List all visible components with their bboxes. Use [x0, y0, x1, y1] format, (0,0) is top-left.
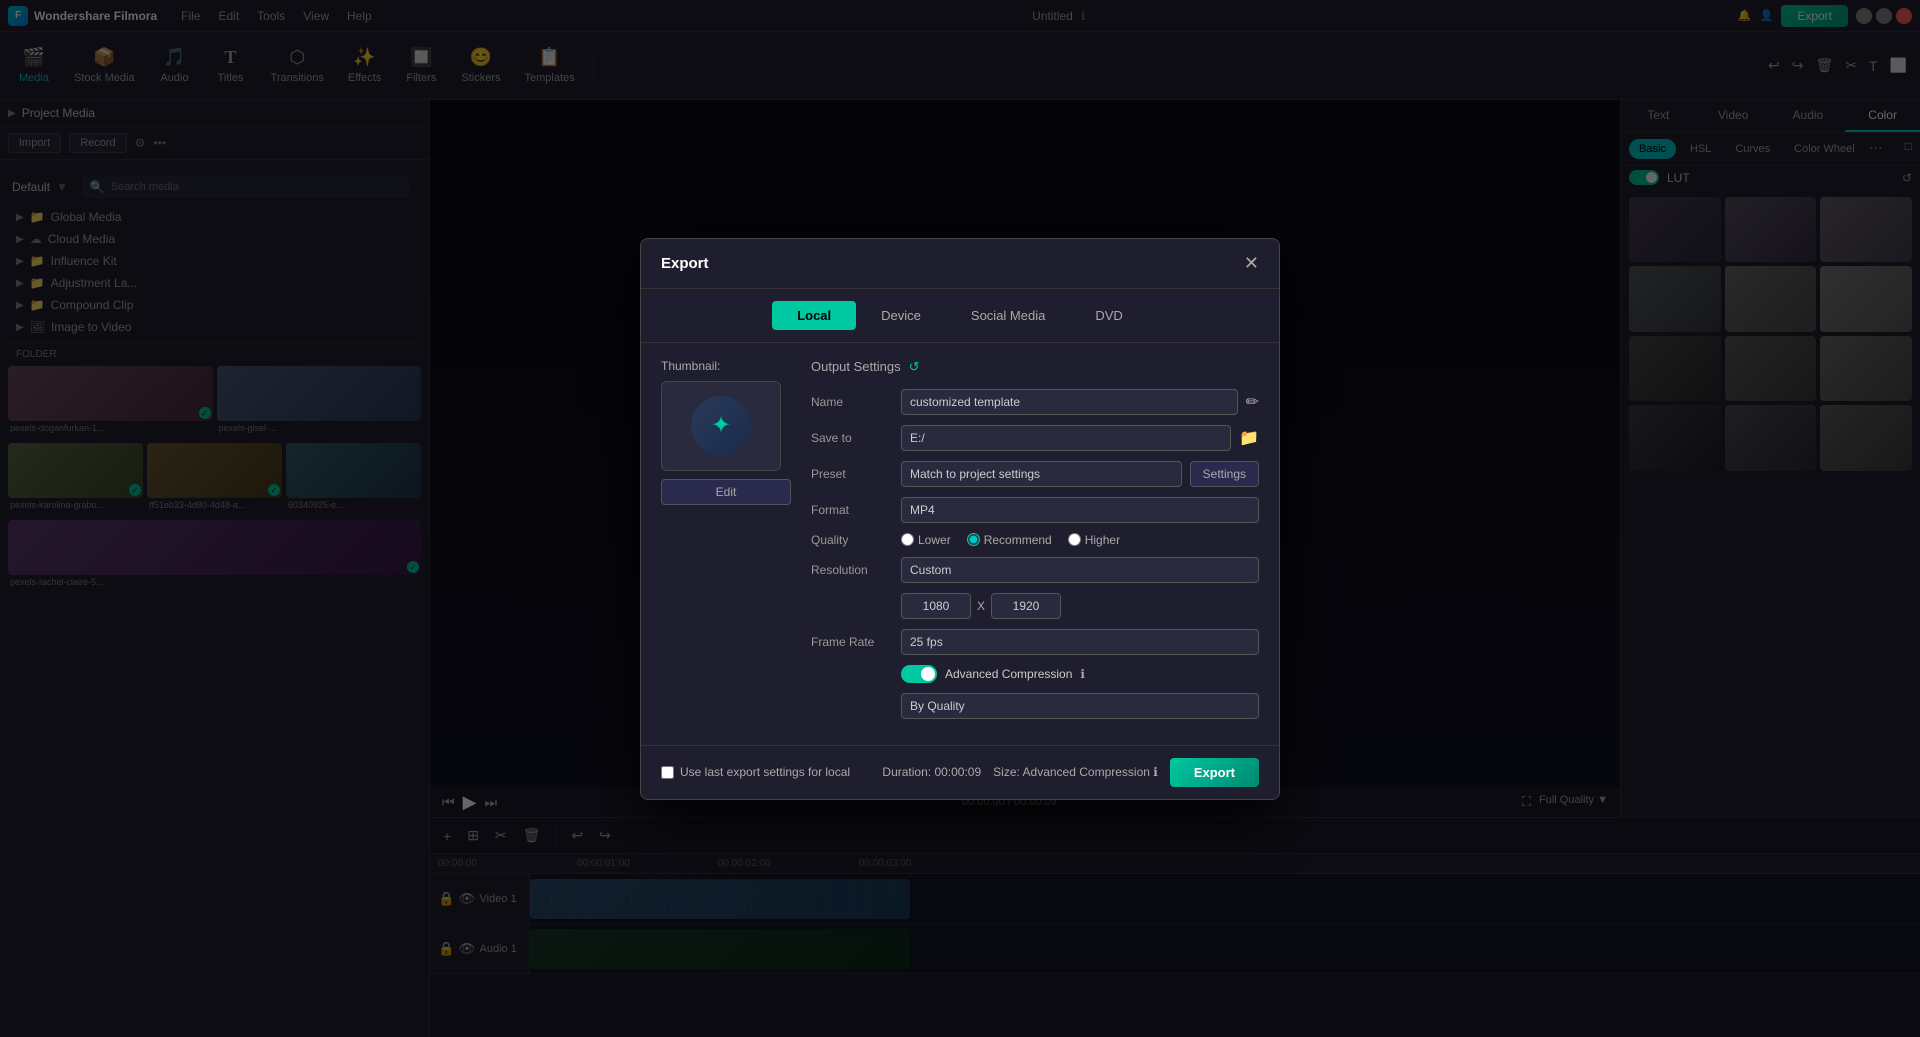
- thumbnail-edit-button[interactable]: Edit: [661, 479, 791, 505]
- toggle-switch: Advanced Compression ℹ: [901, 665, 1259, 683]
- size-info-icon[interactable]: ℹ: [1153, 765, 1158, 779]
- frame-rate-control: 25 fps 24 fps 30 fps 60 fps: [901, 629, 1259, 655]
- preset-row: Preset Match to project settings Custom …: [811, 461, 1259, 487]
- settings-section: Output Settings ↺ Name ✏ Save to: [811, 359, 1259, 729]
- output-settings-refresh-icon[interactable]: ↺: [909, 359, 920, 375]
- dialog-close-button[interactable]: ✕: [1244, 253, 1259, 274]
- name-input[interactable]: [901, 389, 1238, 415]
- preset-select[interactable]: Match to project settings Custom: [901, 461, 1182, 487]
- footer-export-button[interactable]: Export: [1170, 758, 1259, 787]
- preset-settings-button[interactable]: Settings: [1190, 461, 1259, 487]
- name-label: Name: [811, 395, 901, 409]
- resolution-control: Custom 1920x1080: [901, 557, 1259, 583]
- footer-right: Duration: 00:00:09 Size: Advanced Compre…: [882, 758, 1259, 787]
- quality-higher-text: Higher: [1085, 533, 1120, 547]
- format-select[interactable]: MP4 MOV AVI: [901, 497, 1259, 523]
- save-to-label: Save to: [811, 431, 901, 445]
- quality-recommend-radio[interactable]: [967, 533, 980, 546]
- preset-label: Preset: [811, 467, 901, 481]
- dialog-body: Thumbnail: ✦ Edit Output Settings ↺ Name: [641, 343, 1279, 745]
- dialog-tab-dvd[interactable]: DVD: [1070, 301, 1147, 330]
- dialog-tabs: Local Device Social Media DVD: [641, 289, 1279, 343]
- quality-higher-label[interactable]: Higher: [1068, 533, 1120, 547]
- resolution-inputs: X: [901, 593, 1259, 619]
- export-dialog: Export ✕ Local Device Social Media DVD T…: [640, 238, 1280, 800]
- advanced-compression-control: Advanced Compression ℹ: [901, 665, 1259, 683]
- advanced-compression-info-icon[interactable]: ℹ: [1080, 667, 1085, 681]
- frame-rate-select[interactable]: 25 fps 24 fps 30 fps 60 fps: [901, 629, 1259, 655]
- size-label: Size: Advanced Compression ℹ: [993, 765, 1158, 779]
- advanced-quality-control: By Quality By Bitrate: [901, 693, 1259, 719]
- format-control: MP4 MOV AVI: [901, 497, 1259, 523]
- save-to-row: Save to 📁: [811, 425, 1259, 451]
- resolution-row: Resolution Custom 1920x1080: [811, 557, 1259, 583]
- name-row: Name ✏: [811, 389, 1259, 415]
- thumbnail-box: ✦: [661, 381, 781, 471]
- quality-control: Lower Recommend Higher: [901, 533, 1259, 547]
- use-last-settings-checkbox[interactable]: [661, 766, 674, 779]
- frame-rate-row: Frame Rate 25 fps 24 fps 30 fps 60 fps: [811, 629, 1259, 655]
- advanced-quality-select[interactable]: By Quality By Bitrate: [901, 693, 1259, 719]
- save-to-input[interactable]: [901, 425, 1231, 451]
- dialog-title: Export: [661, 255, 709, 272]
- resolution-select[interactable]: Custom 1920x1080: [901, 557, 1259, 583]
- dialog-tab-device[interactable]: Device: [856, 301, 946, 330]
- save-to-control: 📁: [901, 425, 1259, 451]
- quality-radios: Lower Recommend Higher: [901, 533, 1259, 547]
- folder-browse-icon[interactable]: 📁: [1239, 428, 1259, 448]
- thumbnail-label: Thumbnail:: [661, 359, 791, 373]
- quality-row: Quality Lower Recommend: [811, 533, 1259, 547]
- quality-lower-text: Lower: [918, 533, 951, 547]
- advanced-compression-row: Advanced Compression ℹ: [811, 665, 1259, 683]
- name-control: ✏: [901, 389, 1259, 415]
- advanced-compression-label: Advanced Compression: [945, 667, 1072, 681]
- format-label: Format: [811, 503, 901, 517]
- advanced-quality-row: By Quality By Bitrate: [811, 693, 1259, 719]
- dialog-footer: Use last export settings for local Durat…: [641, 745, 1279, 799]
- resolution-inputs-control: X: [901, 593, 1259, 619]
- settings-header: Output Settings ↺: [811, 359, 1259, 375]
- thumbnail-section: Thumbnail: ✦ Edit: [661, 359, 791, 729]
- dialog-tab-local[interactable]: Local: [772, 301, 856, 330]
- resolution-inputs-row: X: [811, 593, 1259, 619]
- quality-lower-radio[interactable]: [901, 533, 914, 546]
- advanced-compression-toggle[interactable]: [901, 665, 937, 683]
- frame-rate-label: Frame Rate: [811, 635, 901, 649]
- resolution-height-input[interactable]: [991, 593, 1061, 619]
- quality-lower-label[interactable]: Lower: [901, 533, 951, 547]
- quality-recommend-label[interactable]: Recommend: [967, 533, 1052, 547]
- export-dialog-overlay: Export ✕ Local Device Social Media DVD T…: [0, 0, 1920, 1037]
- quality-label: Quality: [811, 533, 901, 547]
- use-last-settings-row: Use last export settings for local: [661, 765, 850, 779]
- footer-left: Use last export settings for local: [661, 765, 850, 779]
- name-edit-icon[interactable]: ✏: [1246, 392, 1259, 412]
- resolution-x-label: X: [977, 599, 985, 613]
- output-settings-label: Output Settings: [811, 359, 901, 374]
- resolution-label: Resolution: [811, 563, 901, 577]
- duration-label: Duration: 00:00:09: [882, 765, 981, 779]
- quality-recommend-text: Recommend: [984, 533, 1052, 547]
- preset-control: Match to project settings Custom Setting…: [901, 461, 1259, 487]
- quality-higher-radio[interactable]: [1068, 533, 1081, 546]
- format-row: Format MP4 MOV AVI: [811, 497, 1259, 523]
- dialog-header: Export ✕: [641, 239, 1279, 289]
- dialog-tab-social[interactable]: Social Media: [946, 301, 1070, 330]
- resolution-width-input[interactable]: [901, 593, 971, 619]
- use-last-settings-label: Use last export settings for local: [680, 765, 850, 779]
